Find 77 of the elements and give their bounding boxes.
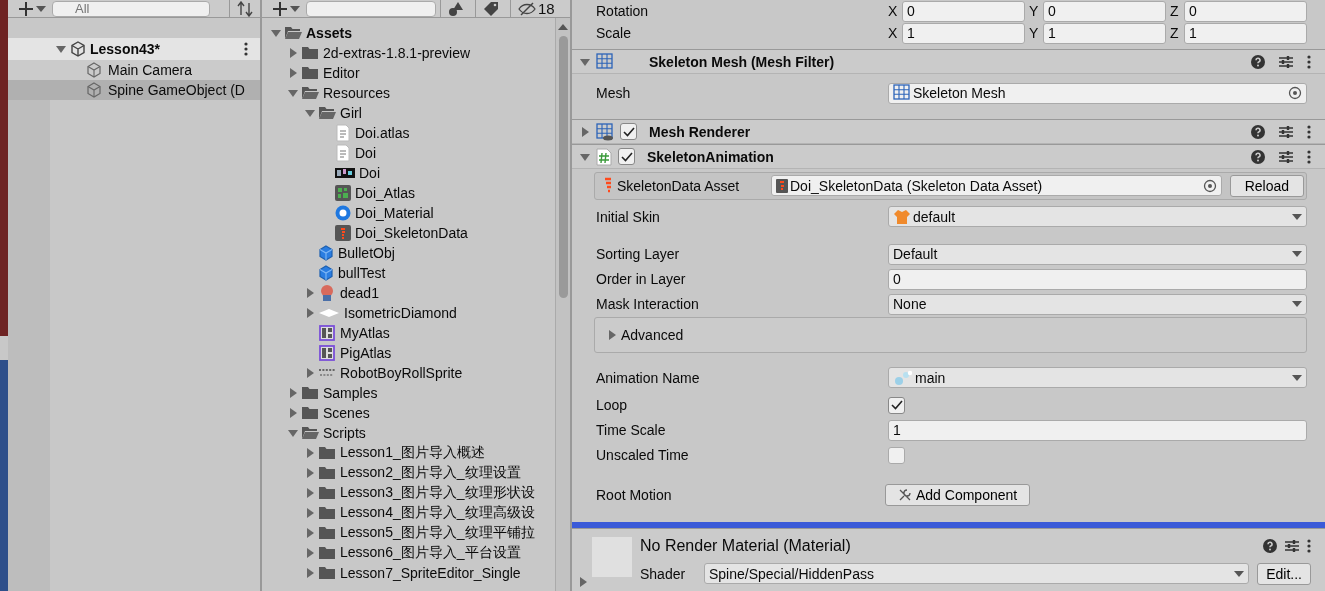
property-label: Order in Layer — [596, 271, 687, 288]
axis-label: Y — [1029, 25, 1040, 41]
asset-name[interactable]: Scenes — [323, 405, 370, 421]
asset-name[interactable]: Doi_SkeletonData — [355, 225, 468, 241]
number-field[interactable]: 1 — [888, 420, 1307, 441]
axis-label: X — [888, 25, 899, 41]
asset-name[interactable]: RobotBoyRollSprite — [340, 365, 463, 381]
asset-name[interactable]: Assets — [306, 25, 352, 41]
property-label: Loop — [596, 397, 629, 414]
asset-name[interactable]: Samples — [323, 385, 378, 401]
dropdown[interactable]: Default — [888, 244, 1307, 265]
asset-name[interactable]: PigAtlas — [340, 345, 392, 361]
number-field[interactable]: 0 — [1043, 0, 1166, 22]
asset-name[interactable]: Lesson4_图片导入_纹理高级设 — [340, 504, 535, 522]
edit-button[interactable]: Edit... — [1257, 563, 1311, 585]
asset-name[interactable]: Editor — [323, 65, 360, 81]
property-label: Rotation — [596, 3, 650, 19]
axis-label: Z — [1170, 3, 1180, 19]
property-label: Mesh — [596, 85, 632, 102]
component-header[interactable]: Skeleton Mesh (Mesh Filter) — [572, 49, 1325, 75]
component-header[interactable]: SkeletonAnimation — [572, 144, 1325, 169]
component-header[interactable]: Mesh Renderer — [572, 119, 1325, 145]
object-field[interactable]: Skeleton Mesh — [888, 82, 1307, 104]
material-title: No Render Material (Material) — [640, 537, 851, 555]
dropdown[interactable]: main — [888, 367, 1307, 389]
asset-name[interactable]: 2d-extras-1.8.1-preview — [323, 45, 471, 61]
property-label: Time Scale — [596, 422, 667, 439]
property-label: Sorting Layer — [596, 246, 681, 263]
asset-name[interactable]: IsometricDiamond — [344, 305, 457, 321]
asset-name[interactable]: Doi — [355, 145, 376, 161]
number-field[interactable]: 0 — [1184, 0, 1307, 22]
asset-name[interactable]: BulletObj — [338, 245, 395, 261]
asset-name[interactable]: Doi_Material — [355, 205, 434, 221]
dropdown[interactable]: None — [888, 294, 1307, 315]
object-field[interactable]: Doi_SkeletonData (Skeleton Data Asset) — [771, 175, 1222, 197]
component-title: SkeletonAnimation — [647, 148, 774, 165]
asset-name[interactable]: Doi — [359, 165, 380, 181]
asset-name[interactable]: Girl — [340, 105, 362, 121]
asset-name[interactable]: Scripts — [323, 425, 366, 441]
asset-name[interactable]: Lesson5_图片导入_纹理平铺拉 — [340, 524, 535, 542]
asset-name[interactable]: Lesson2_图片导入_纹理设置 — [340, 464, 521, 482]
number-field[interactable]: 1 — [902, 22, 1025, 44]
search-field[interactable]: All — [52, 0, 210, 17]
axis-label: Z — [1170, 25, 1180, 41]
asset-name[interactable]: Lesson7_SpriteEditor_Single — [340, 565, 521, 581]
asset-name[interactable]: Resources — [323, 85, 390, 101]
shader-dropdown[interactable]: Spine/Special/HiddenPass — [704, 563, 1250, 585]
asset-name[interactable]: Lesson3_图片导入_纹理形状设 — [340, 484, 535, 502]
asset-name[interactable]: dead1 — [340, 285, 379, 301]
asset-name[interactable]: MyAtlas — [340, 325, 390, 341]
number-field[interactable]: 1 — [1184, 22, 1307, 44]
asset-name[interactable]: Doi.atlas — [355, 125, 410, 141]
property-label: Initial Skin — [596, 209, 661, 225]
property-label: Mask Interaction — [596, 296, 700, 313]
reload-button[interactable]: Reload — [1229, 175, 1304, 197]
asset-name[interactable]: Doi_Atlas — [355, 185, 415, 201]
number-field[interactable]: 0 — [902, 0, 1025, 22]
component-title: Mesh Renderer — [649, 123, 751, 140]
component-title: Skeleton Mesh (Mesh Filter) — [649, 53, 835, 70]
axis-label: Y — [1029, 3, 1040, 19]
add-component-button[interactable]: Add Component — [885, 484, 1031, 506]
asset-name[interactable]: Lesson1_图片导入概述 — [340, 444, 485, 462]
property-label: SkeletonData Asset — [617, 178, 741, 194]
property-label: Scale — [596, 25, 633, 41]
dropdown[interactable]: default — [888, 206, 1307, 228]
axis-label: X — [888, 3, 899, 19]
asset-name[interactable]: Lesson6_图片导入_平台设置 — [340, 544, 521, 562]
number-field[interactable]: 0 — [888, 269, 1307, 290]
property-label: Unscaled Time — [596, 447, 690, 464]
number-field[interactable]: 1 — [1043, 22, 1166, 44]
asset-name[interactable]: bullTest — [338, 265, 386, 281]
foldout-label[interactable]: Advanced — [621, 327, 684, 343]
hidden-packages-button[interactable]: 18 — [510, 0, 562, 18]
hierarchy-item[interactable]: Spine GameObject (D — [8, 80, 260, 100]
shader-label: Shader — [640, 566, 687, 582]
property-label: Animation Name — [596, 370, 701, 386]
property-label: Root Motion — [596, 487, 673, 503]
